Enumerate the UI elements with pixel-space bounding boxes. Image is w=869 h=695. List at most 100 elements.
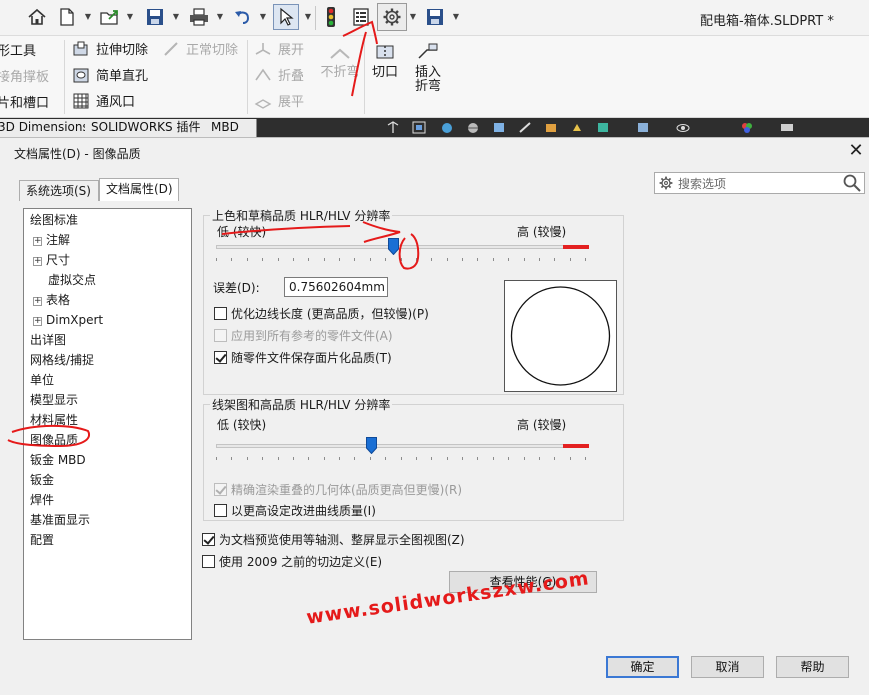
apply-all-parts-checkbox[interactable]: 应用到所有参考的零件文件(A) [214, 327, 393, 344]
slider-tick [415, 258, 417, 261]
zoom-fit-icon[interactable] [386, 121, 400, 134]
no-bend-button[interactable]: 不折弯 [320, 42, 360, 80]
help-button[interactable]: 帮助 [776, 656, 849, 678]
zoom-area-icon[interactable] [412, 121, 426, 134]
tree-item-label: 配置 [30, 533, 55, 547]
apply-scene-icon[interactable] [636, 121, 650, 134]
tree-item-label: 材料属性 [30, 413, 79, 427]
tree-item[interactable]: + 表格 [33, 291, 70, 309]
tree-item[interactable]: 出详图 [30, 331, 66, 349]
tree-item[interactable]: 单位 [30, 371, 54, 389]
wireframe-slider-track[interactable] [216, 444, 589, 448]
slider-tick [538, 258, 540, 261]
pre2009-tangent-label: 使用 2009 之前的切边定义(E) [219, 555, 383, 569]
shaded-slider-track[interactable] [216, 245, 589, 249]
tree-item[interactable]: 焊件 [30, 491, 54, 509]
open-file-icon[interactable] [97, 4, 123, 30]
save-dropdown-icon[interactable]: ▼ [452, 12, 460, 22]
file-properties-icon[interactable] [348, 4, 374, 30]
undo-icon[interactable] [230, 4, 256, 30]
rip-button[interactable]: 切口 [367, 42, 403, 80]
optimize-edge-length-checkbox[interactable]: 优化边线长度 (更高品质，但较慢)(P) [214, 305, 429, 322]
save-tessellation-checkbox[interactable]: 随零件文件保存面片化品质(T) [214, 349, 392, 366]
expand-plus-icon[interactable]: + [33, 297, 42, 306]
improve-curve-checkbox[interactable]: 以更高设定改进曲线质量(I) [214, 502, 376, 519]
extruded-cut-button[interactable]: 拉伸切除 [72, 39, 148, 58]
tab-mbd[interactable]: MBD [205, 119, 257, 137]
tab-system-options[interactable]: 系统选项(S) [19, 180, 99, 201]
hide-show-icon[interactable] [570, 121, 584, 134]
home-icon[interactable] [24, 4, 50, 30]
tree-item[interactable]: 网格线/捕捉 [30, 351, 94, 369]
forming-tool-button[interactable]: 成形工具 [0, 40, 36, 59]
view-orientation-icon[interactable] [518, 121, 532, 134]
tab-3d-dimensions[interactable]: 3D Dimensions [0, 119, 96, 137]
wireframe-slider-thumb[interactable] [365, 437, 377, 454]
slider-tick [569, 258, 571, 261]
save-dropdown-icon[interactable]: ▼ [172, 12, 180, 22]
pre2009-tangent-checkbox[interactable]: 使用 2009 之前的切边定义(E) [202, 553, 382, 570]
new-dropdown-icon[interactable]: ▼ [84, 12, 92, 22]
tree-item[interactable]: 材料属性 [30, 411, 78, 429]
tree-item[interactable]: 钣金 [30, 471, 54, 489]
tree-item[interactable]: + DimXpert [33, 311, 103, 329]
traffic-light-icon[interactable] [318, 4, 344, 30]
slider-tick [508, 457, 510, 460]
normal-cut-button[interactable]: 正常切除 [162, 39, 238, 58]
tree-item[interactable]: 绘图标准 [30, 211, 78, 229]
section-view-icon[interactable] [466, 121, 480, 134]
simple-hole-button[interactable]: 简单直孔 [72, 65, 148, 84]
tab-slot-button[interactable]: 薄片和槽口 [0, 92, 49, 111]
close-icon[interactable]: ✕ [846, 140, 866, 162]
expand-plus-icon[interactable]: + [33, 257, 42, 266]
gusset-button[interactable]: 斜接角撑板 [0, 66, 49, 85]
search-icon[interactable] [842, 173, 862, 193]
tree-item[interactable]: 钣金 MBD [30, 451, 86, 469]
ok-button[interactable]: 确定 [606, 656, 679, 678]
expand-plus-icon[interactable]: + [33, 317, 42, 326]
flatten-button[interactable]: 展平 [254, 91, 304, 110]
tree-item[interactable]: 图像品质 [30, 431, 78, 449]
select-dropdown-icon[interactable]: ▼ [304, 12, 312, 22]
tree-item[interactable]: 模型显示 [30, 391, 78, 409]
previous-view-icon[interactable] [440, 121, 454, 134]
deviation-input[interactable]: 0.75602604mm [284, 277, 388, 297]
open-dropdown-icon[interactable]: ▼ [126, 12, 134, 22]
isometric-preview-checkbox[interactable]: 为文档预览使用等轴测、整屏显示全图视图(Z) [202, 531, 465, 548]
save-icon[interactable] [142, 4, 168, 30]
search-options-field[interactable]: 搜索选项 [654, 172, 865, 194]
slider-tick [323, 457, 325, 460]
options-dropdown-icon[interactable]: ▼ [409, 12, 417, 22]
tree-item-label: 钣金 MBD [30, 453, 86, 467]
new-document-icon[interactable] [54, 4, 80, 30]
tab-solidworks-addins[interactable]: SOLIDWORKS 插件 [85, 119, 208, 137]
print-dropdown-icon[interactable]: ▼ [216, 12, 224, 22]
save-icon[interactable] [422, 4, 448, 30]
edit-appearance-icon[interactable] [596, 121, 610, 134]
options-gear-icon[interactable] [377, 3, 407, 31]
expand-plus-icon[interactable]: + [33, 237, 42, 246]
dynamic-annotation-icon[interactable] [492, 121, 506, 134]
shaded-slider-thumb[interactable] [387, 238, 399, 255]
display-style-icon[interactable] [544, 121, 558, 134]
insert-bends-button[interactable]: 插入折弯 [404, 42, 452, 94]
tab-document-properties[interactable]: 文档属性(D) [99, 178, 179, 201]
monitor-icon[interactable] [780, 121, 794, 134]
tree-item[interactable]: 基准面显示 [30, 511, 90, 529]
tree-item[interactable]: 配置 [30, 531, 54, 549]
print-icon[interactable] [186, 4, 212, 30]
precise-render-checkbox[interactable]: 精确渲染重叠的几何体(品质更高但更慢)(R) [214, 481, 462, 498]
tree-item[interactable]: + 注解 [33, 231, 70, 249]
vent-button[interactable]: 通风口 [72, 91, 135, 110]
tree-item[interactable]: 虚拟交点 [48, 271, 96, 289]
color-scene-icon[interactable] [740, 121, 754, 134]
fold-button[interactable]: 折叠 [254, 65, 304, 84]
undo-dropdown-icon[interactable]: ▼ [259, 12, 267, 22]
unfold-button[interactable]: 展开 [254, 39, 304, 58]
window-title: 配电箱-箱体.SLDPRT * [700, 14, 834, 29]
select-arrow-icon[interactable] [273, 4, 299, 30]
tree-item[interactable]: + 尺寸 [33, 251, 70, 269]
view-settings-icon[interactable] [676, 121, 690, 134]
cancel-button[interactable]: 取消 [691, 656, 764, 678]
slider-tick [308, 457, 310, 460]
